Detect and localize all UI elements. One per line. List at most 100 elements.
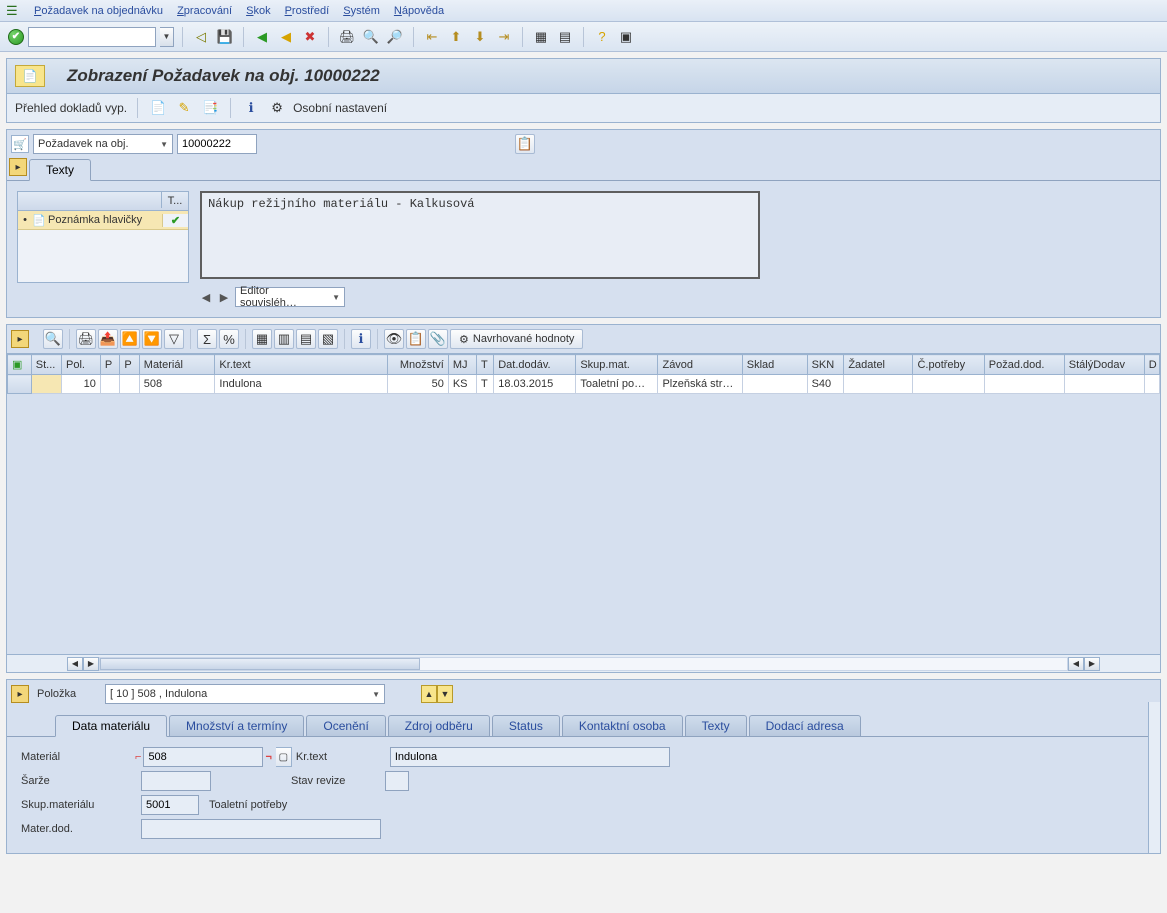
other-doc-icon[interactable]: 📑 [200,98,220,118]
col-p1[interactable]: P [100,355,119,375]
back-icon[interactable]: ◁ [191,27,211,47]
row-selector[interactable] [8,375,32,394]
grid-display-icon[interactable]: 👁 [384,329,404,349]
menu-item-3[interactable]: Prostředí [285,5,330,17]
tab-zdroj[interactable]: Zdroj odběru [388,715,490,736]
doc-type-dropdown[interactable]: Požadavek na obj. ▼ [33,134,173,154]
menu-item-1[interactable]: Zpracování [177,5,232,17]
scroll-left-icon[interactable]: ◀ [67,657,83,671]
tab-kontakt[interactable]: Kontaktní osoba [562,715,683,736]
col-zadatel[interactable]: Žadatel [844,355,913,375]
scroll-right2-icon[interactable]: ▶ [1084,657,1100,671]
enter-icon[interactable]: ✔ [8,29,24,45]
nav-exit-icon[interactable]: ◀ [276,27,296,47]
nav-back-icon[interactable]: ◀ [252,27,272,47]
material-search-help-icon[interactable]: ▢ [276,747,292,767]
create-icon[interactable]: 📄 [148,98,168,118]
col-skupmat[interactable]: Skup.mat. [576,355,658,375]
col-stalydodav[interactable]: StálýDodav [1064,355,1144,375]
expand-header-icon[interactable]: 📋 [515,134,535,154]
scroll-right-icon[interactable]: ▶ [83,657,99,671]
menu-item-0[interactable]: Požadavek na objednávku [34,5,163,17]
col-zavod[interactable]: Závod [658,355,742,375]
grid-sort-desc-icon[interactable]: 🔽 [142,329,162,349]
item-selector-dropdown[interactable]: [ 10 ] 508 , Indulona ▼ [105,684,385,704]
tab-data-materialu[interactable]: Data materiálu [55,715,167,737]
item-next-icon[interactable]: ▼ [437,685,453,703]
prev-page-icon[interactable]: ⬆ [446,27,466,47]
material-field[interactable] [143,747,263,767]
select-all-icon[interactable]: ▣ [12,359,22,371]
grid-subtotal-icon[interactable]: % [219,329,239,349]
print-icon[interactable]: 🖨 [337,27,357,47]
next-page-icon[interactable]: ⬇ [470,27,490,47]
editor-mode-dropdown[interactable]: Editor souvisléh… ▼ [235,287,345,307]
find-next-icon[interactable]: 🔎 [385,27,405,47]
materdod-field[interactable] [141,819,381,839]
menu-item-2[interactable]: Skok [246,5,270,17]
menu-item-4[interactable]: Systém [343,5,380,17]
grid-layout2-icon[interactable]: ▥ [274,329,294,349]
krtext-field[interactable] [390,747,670,767]
tab-texty[interactable]: Texty [29,159,91,181]
grid-print-icon[interactable]: 🖨 [76,329,96,349]
col-p2[interactable]: P [120,355,139,375]
col-pozaddod[interactable]: Požad.dod. [984,355,1064,375]
grid-sum-icon[interactable]: Σ [197,329,217,349]
col-date[interactable]: Dat.dodáv. [494,355,576,375]
overview-label[interactable]: Přehled dokladů vyp. [15,101,127,115]
text-next-icon[interactable]: ▶ [217,291,231,304]
item-prev-icon[interactable]: ▲ [421,685,437,703]
col-status[interactable]: St... [31,355,61,375]
command-dropdown-icon[interactable]: ▼ [160,27,174,47]
col-krtext[interactable]: Kr.text [215,355,388,375]
skupmat-field[interactable] [141,795,199,815]
detail-icon[interactable]: 🔍 [43,329,63,349]
menu-item-5[interactable]: Nápověda [394,5,444,17]
grid-info-icon[interactable]: ℹ [351,329,371,349]
find-icon[interactable]: 🔍 [361,27,381,47]
nav-cancel-icon[interactable]: ✖ [300,27,320,47]
items-collapse-icon[interactable]: ▸ [11,330,29,348]
col-sklad[interactable]: Sklad [742,355,807,375]
grid-row[interactable]: 10 508 Indulona 50 KS T 18.03.2015 Toale… [8,375,1160,394]
tab-item-texty[interactable]: Texty [685,715,747,736]
item-collapse-icon[interactable]: ▸ [11,685,29,703]
col-t[interactable]: T [476,355,493,375]
doc-number-field[interactable] [177,134,257,154]
scroll-thumb[interactable] [100,658,420,670]
menu-dropdown-icon[interactable]: ☰ [6,4,20,18]
help-icon[interactable]: ? [592,27,612,47]
grid-layout3-icon[interactable]: ▤ [296,329,316,349]
header-collapse-icon[interactable]: ▸ [9,158,27,176]
save-icon[interactable]: 💾 [215,27,235,47]
change-icon[interactable]: ✎ [174,98,194,118]
scroll-left2-icon[interactable]: ◀ [1068,657,1084,671]
col-skn[interactable]: SKN [807,355,844,375]
doc-type-cart-icon[interactable]: 🛒 [11,135,29,153]
grid-layout4-icon[interactable]: ▧ [318,329,338,349]
tab-mnozstvi[interactable]: Množství a termíny [169,715,304,736]
layout-icon[interactable]: ▣ [616,27,636,47]
items-grid[interactable]: ▣ St... Pol. P P Materiál Kr.text Množst… [7,354,1160,654]
col-d[interactable]: D [1144,355,1159,375]
col-qty[interactable]: Množství [388,355,449,375]
col-select[interactable]: ▣ [8,355,32,375]
grid-services-icon[interactable]: 📎 [428,329,448,349]
scroll-track[interactable] [99,657,1068,671]
tab-oceneni[interactable]: Ocenění [306,715,385,736]
last-page-icon[interactable]: ⇥ [494,27,514,47]
default-values-button[interactable]: ⚙ Navrhované hodnoty [450,329,583,349]
grid-copy-icon[interactable]: 📋 [406,329,426,349]
grid-filter-icon[interactable]: ▽ [164,329,184,349]
tab-status[interactable]: Status [492,715,560,736]
grid-layout1-icon[interactable]: ▦ [252,329,272,349]
grid-sort-asc-icon[interactable]: 🔼 [120,329,140,349]
col-cpotr[interactable]: Č.potřeby [913,355,984,375]
text-tree-row-header-note[interactable]: • 📄 Poznámka hlavičky ✔ [18,211,188,230]
first-page-icon[interactable]: ⇤ [422,27,442,47]
grid-h-scrollbar[interactable]: ◀ ▶ ◀ ▶ [7,654,1160,672]
shortcut-icon[interactable]: ▤ [555,27,575,47]
col-mj[interactable]: MJ [448,355,476,375]
tab-dodaci-adresa[interactable]: Dodací adresa [749,715,861,736]
